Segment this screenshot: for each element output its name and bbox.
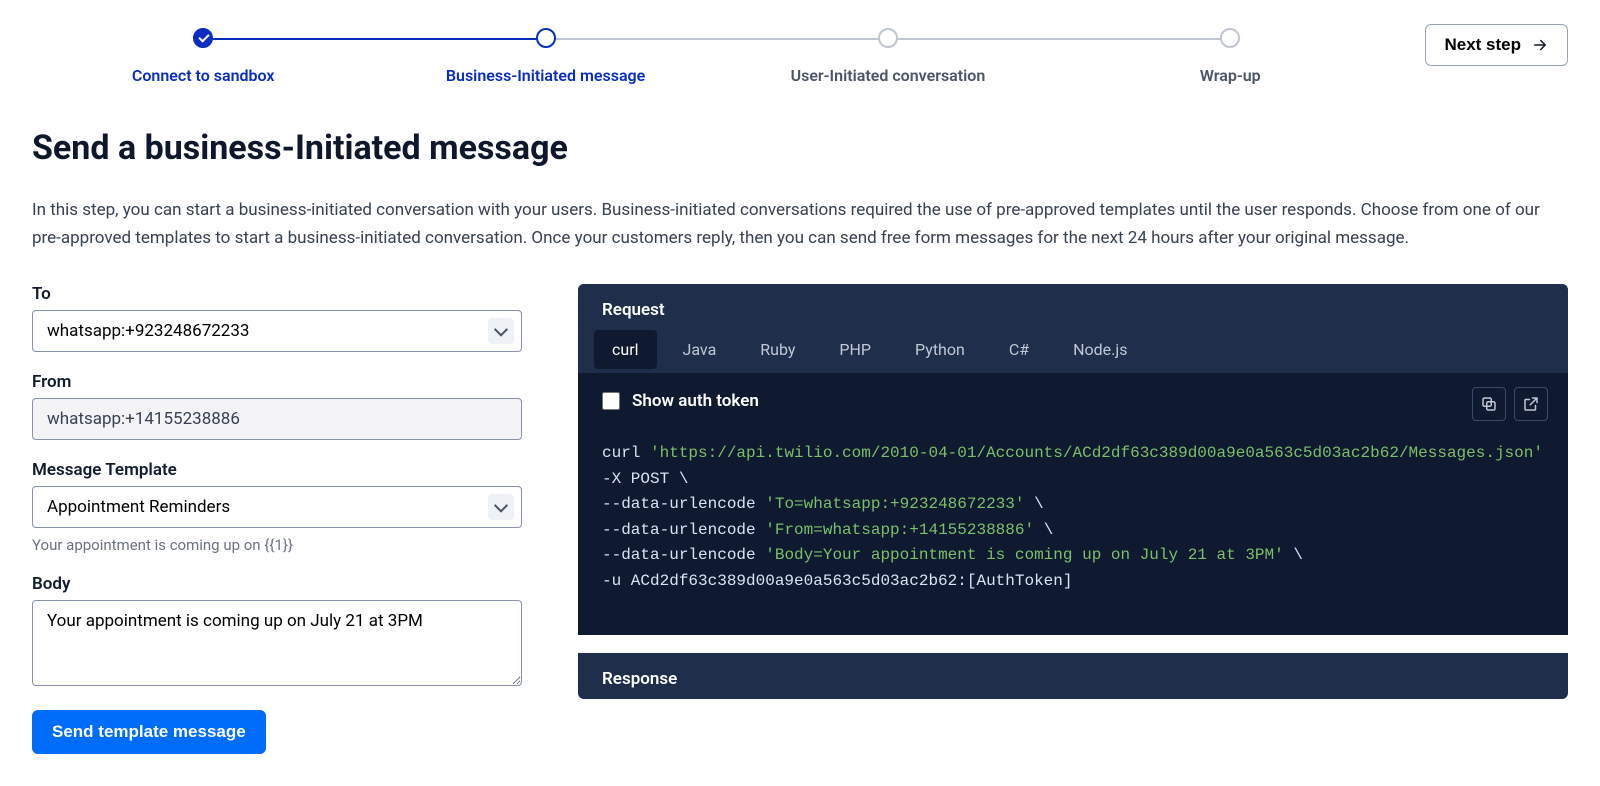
to-label: To — [32, 284, 522, 304]
copy-code-button[interactable] — [1472, 387, 1506, 421]
response-title: Response — [578, 653, 1568, 699]
step-connector — [546, 38, 888, 40]
language-tabs: curl Java Ruby PHP Python C# Node.js — [578, 330, 1568, 373]
to-select[interactable]: whatsapp:+923248672233 — [32, 310, 522, 352]
tab-ruby[interactable]: Ruby — [742, 330, 813, 369]
tab-java[interactable]: Java — [665, 330, 735, 369]
tab-php[interactable]: PHP — [821, 330, 889, 369]
step-complete-icon — [193, 28, 213, 48]
copy-icon — [1480, 395, 1498, 413]
response-panel: Response — [578, 653, 1568, 699]
step-wrap-up[interactable]: Wrap-up — [1059, 28, 1401, 85]
main-content: To whatsapp:+923248672233 From Message T… — [32, 284, 1568, 754]
step-label: User-Initiated conversation — [717, 66, 1059, 85]
external-link-icon — [1522, 395, 1540, 413]
step-current-icon — [536, 28, 556, 48]
step-label: Connect to sandbox — [32, 66, 374, 85]
page-description: In this step, you can start a business-i… — [32, 196, 1568, 252]
show-auth-token-row: Show auth token — [602, 391, 1544, 411]
code-column: Request curl Java Ruby PHP Python C# Nod… — [578, 284, 1568, 699]
template-hint: Your appointment is coming up on {{1}} — [32, 536, 522, 554]
request-title: Request — [578, 284, 1568, 330]
template-label: Message Template — [32, 460, 522, 480]
request-panel: Request curl Java Ruby PHP Python C# Nod… — [578, 284, 1568, 635]
template-select[interactable]: Appointment Reminders — [32, 486, 522, 528]
step-business-initiated[interactable]: Business-Initiated message — [374, 28, 716, 85]
open-external-button[interactable] — [1514, 387, 1548, 421]
form-column: To whatsapp:+923248672233 From Message T… — [32, 284, 522, 754]
step-upcoming-icon — [878, 28, 898, 48]
to-group: To whatsapp:+923248672233 — [32, 284, 522, 352]
step-connector — [203, 38, 545, 40]
tab-curl[interactable]: curl — [594, 330, 657, 369]
code-snippet[interactable]: curl 'https://api.twilio.com/2010-04-01/… — [602, 441, 1544, 595]
code-body: Show auth token curl 'https://api.twilio… — [578, 373, 1568, 635]
body-textarea[interactable]: Your appointment is coming up on July 21… — [32, 600, 522, 686]
from-input[interactable] — [32, 398, 522, 440]
tab-nodejs[interactable]: Node.js — [1055, 330, 1145, 369]
step-connector — [888, 38, 1230, 40]
tab-python[interactable]: Python — [897, 330, 983, 369]
stepper: Connect to sandbox Business-Initiated me… — [32, 24, 1401, 88]
template-group: Message Template Appointment Reminders Y… — [32, 460, 522, 554]
body-label: Body — [32, 574, 522, 594]
next-step-label: Next step — [1444, 35, 1521, 55]
from-label: From — [32, 372, 522, 392]
step-upcoming-icon — [1220, 28, 1240, 48]
body-group: Body Your appointment is coming up on Ju… — [32, 574, 522, 690]
page-title: Send a business-Initiated message — [32, 128, 1568, 168]
arrow-right-icon — [1531, 36, 1549, 54]
step-user-initiated[interactable]: User-Initiated conversation — [717, 28, 1059, 85]
step-label: Business-Initiated message — [374, 66, 716, 85]
tab-csharp[interactable]: C# — [991, 330, 1047, 369]
step-label: Wrap-up — [1059, 66, 1401, 85]
show-auth-token-checkbox[interactable] — [602, 392, 620, 410]
wizard-header: Connect to sandbox Business-Initiated me… — [32, 0, 1568, 88]
step-connect-sandbox[interactable]: Connect to sandbox — [32, 28, 374, 85]
code-actions — [1472, 387, 1548, 421]
next-step-button[interactable]: Next step — [1425, 24, 1568, 66]
send-template-message-button[interactable]: Send template message — [32, 710, 266, 754]
from-group: From — [32, 372, 522, 440]
show-auth-token-label: Show auth token — [632, 391, 759, 411]
